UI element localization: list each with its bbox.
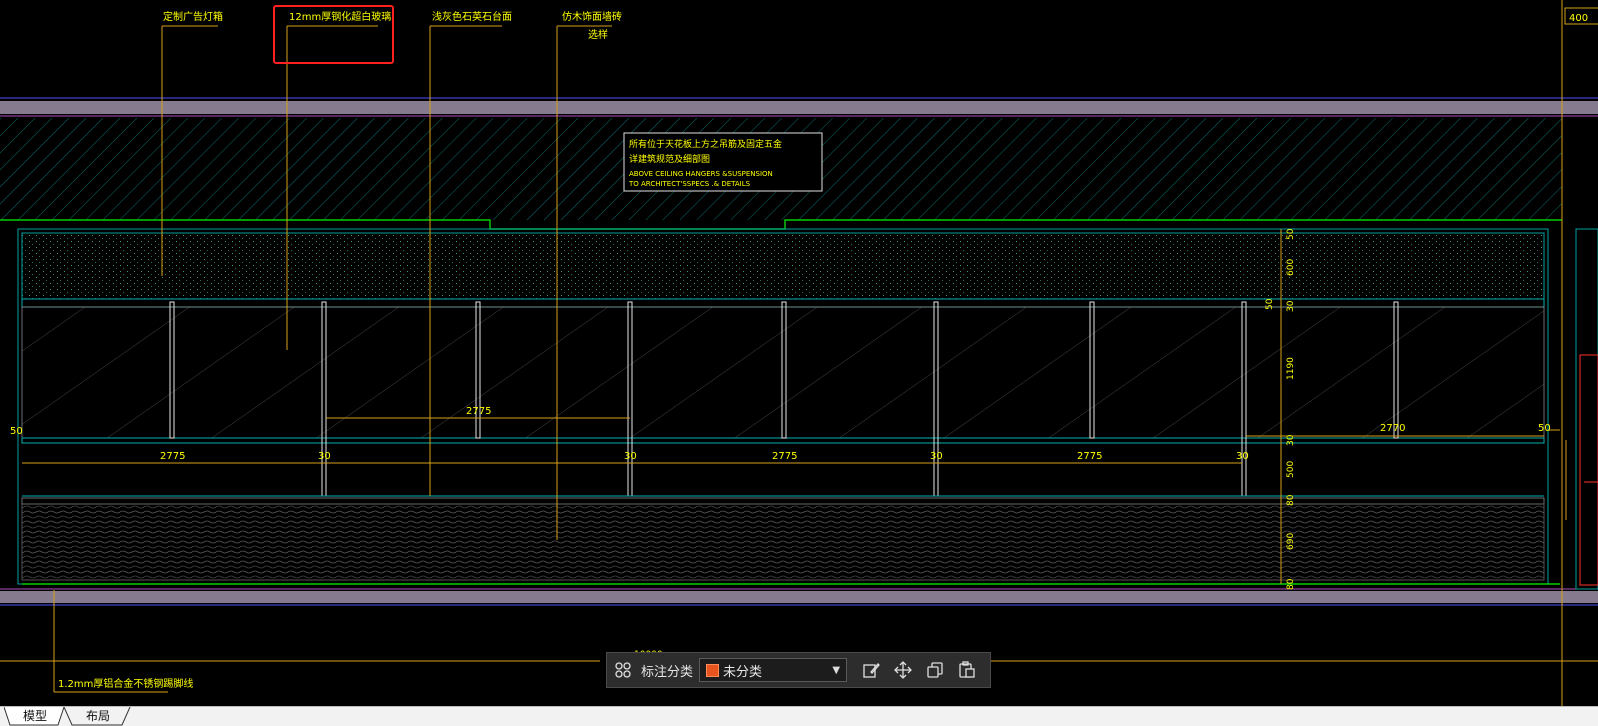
- dim-h: 30: [930, 451, 943, 462]
- dim-h: 2775: [160, 451, 185, 462]
- grid-icon[interactable]: [607, 653, 639, 687]
- edit-icon[interactable]: [855, 653, 887, 687]
- callout-quartz-top: 浅灰色石英石台面: [432, 10, 512, 23]
- dim-h: 2775: [466, 406, 491, 417]
- dim-h: 30: [318, 451, 331, 462]
- note-line-4: TO ARCHITECT'SSPECS .& DETAILS: [628, 180, 751, 188]
- dim-v: 30: [1286, 300, 1296, 312]
- callout-glass: 12mm厚钢化超白玻璃: [289, 10, 391, 23]
- dim-v: 80: [1286, 494, 1296, 506]
- dim-v: 1190: [1286, 357, 1296, 380]
- callout-select-sample: 选样: [588, 28, 608, 41]
- annotation-category-select[interactable]: 未分类 ▼: [699, 658, 848, 682]
- note-line-1: 所有位于天花板上方之吊筋及固定五金: [629, 138, 782, 150]
- dim-v: 600: [1286, 259, 1296, 276]
- dim-h: 30: [1236, 451, 1249, 462]
- chevron-down-icon: ▼: [832, 664, 841, 676]
- glass-band: [21, 301, 1545, 497]
- tab-model[interactable]: 模型: [4, 707, 66, 726]
- ceiling-note-box: 所有位于天花板上方之吊筋及固定五金 详建筑规范及细部图 ABOVE CEILIN…: [623, 132, 823, 192]
- note-line-2: 详建筑规范及细部图: [629, 153, 710, 165]
- dim-h: 30: [624, 451, 637, 462]
- counter-base: [0, 495, 1598, 606]
- dim-v: 690: [1286, 533, 1296, 550]
- dim-h: 2775: [772, 451, 797, 462]
- dim-v: 50: [1265, 298, 1275, 310]
- dim-v: 500: [1286, 461, 1296, 478]
- callout-wood-tile: 仿木饰面墙砖: [562, 10, 622, 23]
- dim-h: 50: [1538, 423, 1551, 434]
- layout-tab-bar: 布局 模型: [0, 706, 1598, 726]
- tab-model-label: 模型: [22, 709, 47, 723]
- tab-layout[interactable]: 布局: [64, 707, 132, 726]
- annotation-toolbar: 标注分类 未分类 ▼: [606, 652, 991, 688]
- dim-v: 80: [1286, 578, 1296, 590]
- dim-v: 30: [1286, 434, 1296, 446]
- dim-h: 2775: [1077, 451, 1102, 462]
- dim-v: 50: [1286, 228, 1296, 240]
- callout-ad-lightbox: 定制广告灯箱: [163, 10, 223, 23]
- note-line-3: ABOVE CEILING HANGERS &SUSPENSION: [629, 170, 773, 178]
- toolbar-label: 标注分类: [641, 664, 694, 680]
- dim-h: 50: [10, 426, 23, 437]
- paste-icon[interactable]: [951, 653, 983, 687]
- move-icon[interactable]: [887, 653, 919, 687]
- cad-drawing-canvas[interactable]: 所有位于天花板上方之吊筋及固定五金 详建筑规范及细部图 ABOVE CEILIN…: [0, 0, 1598, 706]
- category-selected-value: 未分类: [723, 664, 763, 680]
- callout-400: 400: [1569, 13, 1588, 24]
- dim-h: 2770: [1380, 423, 1405, 434]
- category-color-swatch: [706, 663, 720, 677]
- copy-icon[interactable]: [919, 653, 951, 687]
- callout-skirting: 1.2mm厚铝合金不锈钢踢脚线: [58, 677, 193, 690]
- tab-layout-label: 布局: [85, 709, 110, 723]
